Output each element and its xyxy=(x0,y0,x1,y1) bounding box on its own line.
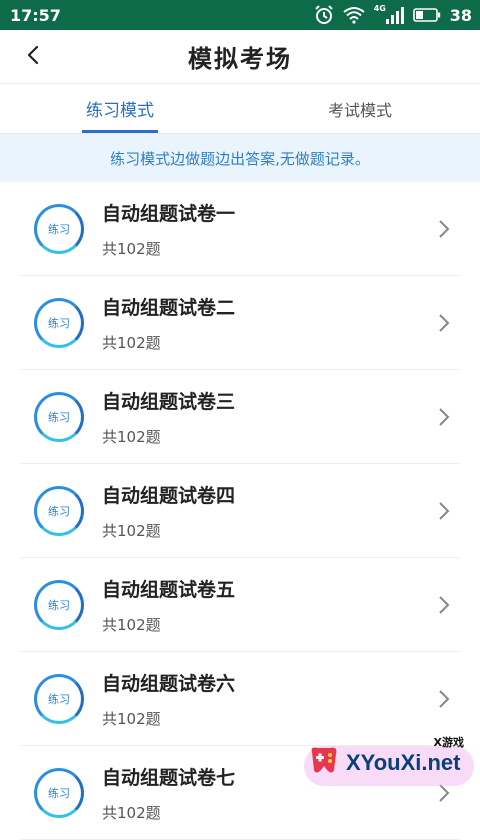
paper-title: 自动组题试卷二 xyxy=(102,296,236,319)
practice-badge: 练习 xyxy=(34,297,84,348)
paper-title: 自动组题试卷三 xyxy=(102,390,236,413)
back-button[interactable] xyxy=(18,42,48,72)
practice-badge: 练习 xyxy=(34,767,84,818)
tab-exam-mode[interactable]: 考试模式 xyxy=(240,84,480,133)
paper-title: 自动组题试卷五 xyxy=(102,578,236,601)
chevron-right-icon xyxy=(432,311,456,335)
practice-badge: 练习 xyxy=(34,485,84,536)
paper-title: 自动组题试卷一 xyxy=(102,202,236,225)
question-count: 共102题 xyxy=(102,803,161,822)
question-count: 共102题 xyxy=(102,427,161,446)
chevron-right-icon xyxy=(432,217,456,241)
practice-badge: 练习 xyxy=(34,579,84,630)
page-title: 模拟考场 xyxy=(188,45,292,73)
question-count: 共102题 xyxy=(102,615,161,634)
watermark-small-text: X游戏 xyxy=(433,736,464,749)
tab-practice-mode[interactable]: 练习模式 xyxy=(0,84,240,133)
chevron-right-icon xyxy=(432,499,456,523)
network-type-label: 4G xyxy=(373,4,386,13)
status-time: 17:57 xyxy=(10,5,61,25)
nav-bar: 模拟考场 xyxy=(0,30,480,84)
watermark-domain: XYouXi.net xyxy=(346,750,461,775)
list-item[interactable]: 练习 自动组题试卷一 共102题 xyxy=(20,182,460,276)
paper-title: 自动组题试卷六 xyxy=(102,672,236,695)
list-item[interactable]: 练习 自动组题试卷二 共102题 xyxy=(20,276,460,370)
cell-signal-icon: 4G xyxy=(373,4,404,24)
list-item[interactable]: 练习 自动组题试卷五 共102题 xyxy=(20,558,460,652)
chevron-right-icon xyxy=(432,405,456,429)
battery-icon xyxy=(412,8,441,22)
mode-tabs: 练习模式 考试模式 xyxy=(0,84,480,134)
practice-badge: 练习 xyxy=(34,673,84,724)
mode-notice: 练习模式边做题边出答案,无做题记录。 xyxy=(0,134,480,182)
paper-title: 自动组题试卷四 xyxy=(102,484,236,507)
question-count: 共102题 xyxy=(102,333,161,352)
chevron-right-icon xyxy=(432,593,456,617)
list-item[interactable]: 练习 自动组题试卷四 共102题 xyxy=(20,464,460,558)
list-item[interactable]: 练习 自动组题试卷六 共102题 xyxy=(20,652,460,746)
alarm-icon xyxy=(314,5,334,25)
practice-badge: 练习 xyxy=(34,391,84,442)
chevron-left-icon xyxy=(25,44,41,70)
practice-badge: 练习 xyxy=(34,203,84,254)
gamepad-logo-icon xyxy=(306,742,342,778)
site-watermark: X游戏 XYouXi.net xyxy=(304,734,474,792)
status-icons: 4G 38 xyxy=(314,4,472,25)
battery-percent: 38 xyxy=(449,5,472,25)
question-count: 共102题 xyxy=(102,521,161,540)
wifi-icon xyxy=(343,6,365,24)
question-count: 共102题 xyxy=(102,239,161,258)
list-item[interactable]: 练习 自动组题试卷三 共102题 xyxy=(20,370,460,464)
chevron-right-icon xyxy=(432,687,456,711)
status-bar: 17:57 4G 38 xyxy=(0,0,480,30)
question-count: 共102题 xyxy=(102,709,161,728)
